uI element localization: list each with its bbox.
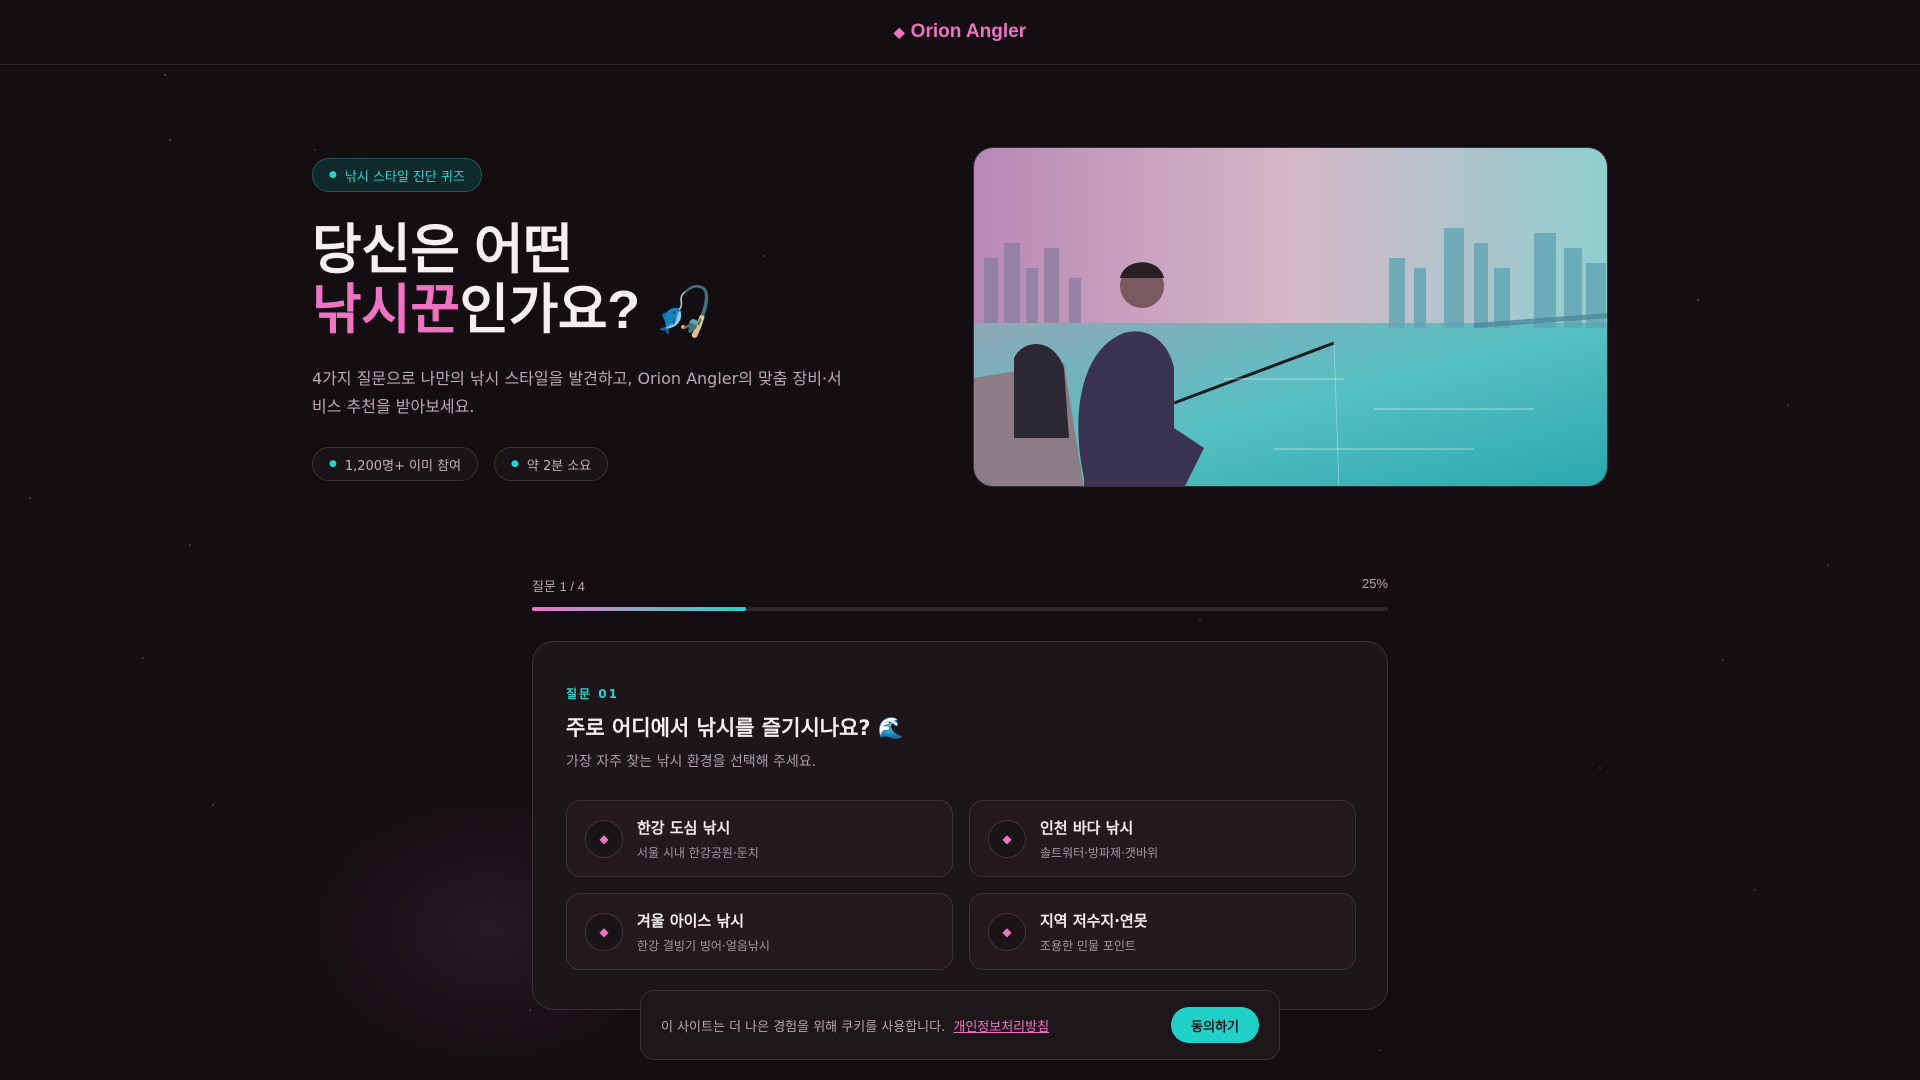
quiz-badge: ● 낚시 스타일 진단 퀴즈 <box>312 158 482 192</box>
hero-description: 4가지 질문으로 나만의 낚시 스타일을 발견하고, Orion Angler의… <box>312 369 842 416</box>
fishing-photo-illustration <box>974 148 1607 486</box>
option-title: 인천 바다 낚시 <box>1040 818 1134 837</box>
fishing-rod-icon: 🎣 <box>654 286 714 339</box>
snowflake-icon: ◆ <box>585 912 623 951</box>
brand-logo-link[interactable]: ◆ Orion Angler <box>894 21 1026 43</box>
hero-image <box>973 147 1608 487</box>
fish-icon: ◆ <box>893 23 905 40</box>
option-title: 겨울 아이스 낚시 <box>637 911 745 930</box>
duration-label: 약 2분 소요 <box>526 458 592 474</box>
option-title: 지역 저수지·연못 <box>1040 911 1148 930</box>
hero-section: ● 낚시 스타일 진단 퀴즈 당신은 어떤 낚시꾼인가요? 🎣 4가지 질문으로… <box>312 158 872 481</box>
question-subtitle: 가장 자주 찾는 낚시 환경을 선택해 주세요. <box>566 754 817 770</box>
brand-name: Orion Angler <box>910 21 1027 42</box>
headline-rest: 인가요? <box>459 280 641 340</box>
badge-label: 낚시 스타일 진단 퀴즈 <box>344 169 465 185</box>
question-title: 주로 어디에서 낚시를 즐기시나요? 🌊 <box>566 716 905 740</box>
option-desc: 서울 시내 한강공원·둔치 <box>637 845 759 860</box>
top-bar: ◆ Orion Angler <box>0 0 1920 65</box>
participants-label: 1,200명+ 이미 참여 <box>344 458 462 474</box>
wave-icon: ◆ <box>988 819 1026 858</box>
question-number: 질문 01 <box>566 687 619 701</box>
headline-highlight: 낚시꾼 <box>312 280 460 340</box>
option-winter-ice[interactable]: ◆ 겨울 아이스 낚시 한강 결빙기 빙어·얼음낚시 <box>566 893 953 970</box>
option-desc: 한강 결빙기 빙어·얼음낚시 <box>637 938 770 953</box>
option-desc: 솔트워터·방파제·갯바위 <box>1040 845 1159 860</box>
progress-percent: 25% <box>1361 576 1388 591</box>
headline-line1: 당신은 어떤 <box>312 220 573 280</box>
clock-icon: ● <box>511 459 519 469</box>
privacy-policy-link[interactable]: 개인정보처리방침 <box>953 1020 1049 1035</box>
progress-track <box>532 607 1388 611</box>
duration-pill: ● 약 2분 소요 <box>494 447 609 481</box>
participants-pill: ● 1,200명+ 이미 참여 <box>312 447 479 481</box>
tree-icon: ◆ <box>988 912 1026 951</box>
cookie-message: 이 사이트는 더 나은 경험을 위해 쿠키를 사용합니다. 개인정보처리방침 <box>661 1016 1049 1035</box>
cookie-agree-button[interactable]: 동의하기 <box>1171 1007 1259 1043</box>
option-desc: 조용한 민물 포인트 <box>1040 938 1136 953</box>
users-icon: ● <box>329 459 337 469</box>
cookie-text: 이 사이트는 더 나은 경험을 위해 쿠키를 사용합니다. <box>661 1019 946 1035</box>
option-local-reservoir[interactable]: ◆ 지역 저수지·연못 조용한 민물 포인트 <box>969 893 1356 970</box>
progress-fill <box>532 607 746 611</box>
question-card: 질문 01 주로 어디에서 낚시를 즐기시나요? 🌊 가장 자주 찾는 낚시 환… <box>532 641 1388 1010</box>
city-icon: ◆ <box>585 819 623 858</box>
badge-dot-icon: ● <box>329 170 337 180</box>
page-title: 당신은 어떤 낚시꾼인가요? 🎣 <box>312 220 872 343</box>
option-title: 한강 도심 낚시 <box>637 818 731 837</box>
hero-stats: ● 1,200명+ 이미 참여 ● 약 2분 소요 <box>312 447 872 481</box>
option-incheon-sea[interactable]: ◆ 인천 바다 낚시 솔트워터·방파제·갯바위 <box>969 800 1356 877</box>
cookie-banner: 이 사이트는 더 나은 경험을 위해 쿠키를 사용합니다. 개인정보처리방침 동… <box>640 990 1280 1060</box>
option-hangang-city[interactable]: ◆ 한강 도심 낚시 서울 시내 한강공원·둔치 <box>566 800 953 877</box>
answer-options: ◆ 한강 도심 낚시 서울 시내 한강공원·둔치 ◆ 인천 바다 낚시 솔트워터… <box>566 800 1356 970</box>
quiz-progress: 질문 1 / 4 25% <box>532 576 1388 611</box>
progress-step-label: 질문 1 / 4 <box>532 579 585 594</box>
